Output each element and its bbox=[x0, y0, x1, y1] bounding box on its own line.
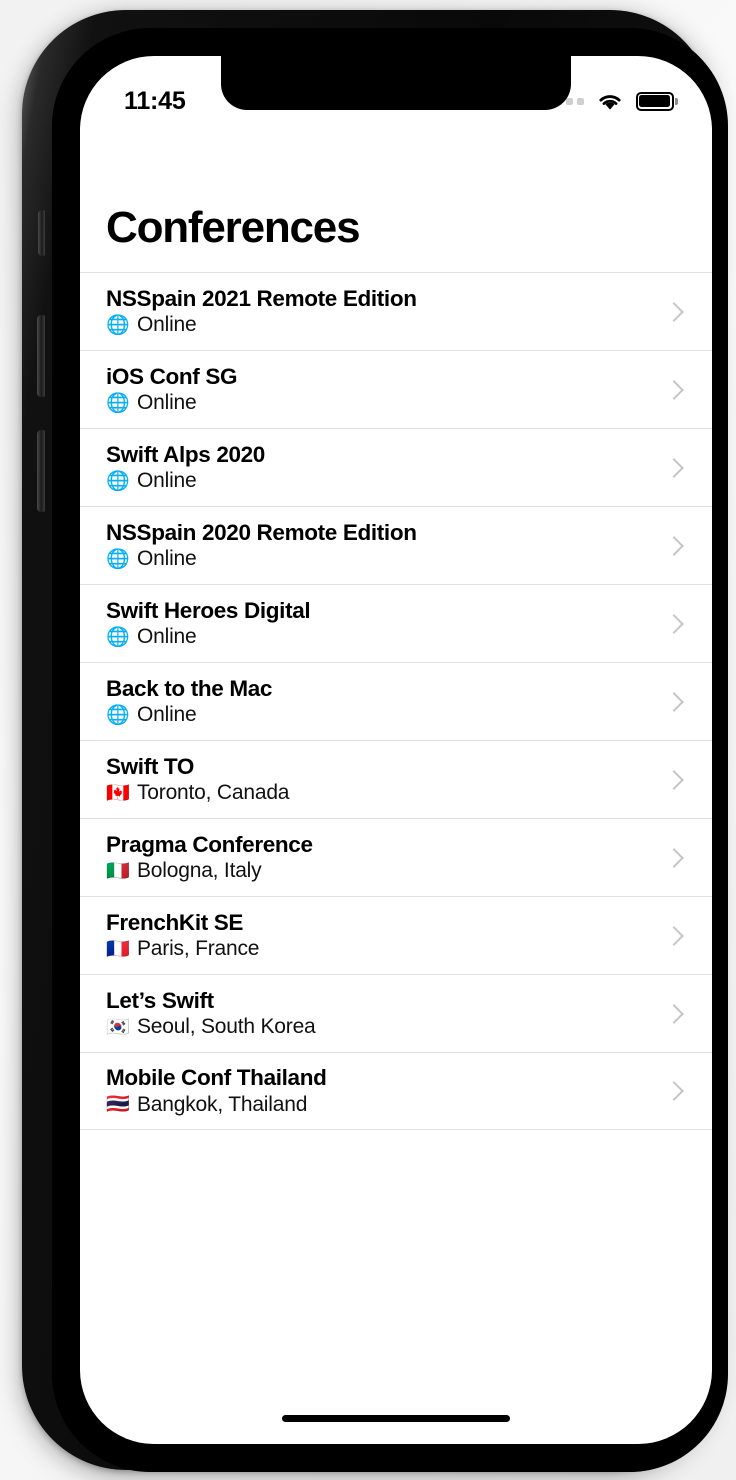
list-item-subtitle: 🇹🇭 Bangkok, Thailand bbox=[106, 1093, 656, 1117]
page-title: Conferences bbox=[106, 203, 361, 252]
list-item-title: Back to the Mac bbox=[106, 675, 273, 701]
list-item-title: NSSpain 2021 Remote Edition bbox=[106, 285, 417, 311]
status-bar-clock: 11:45 bbox=[124, 86, 186, 115]
list-item[interactable]: Swift TO 🇨🇦 Toronto, Canada bbox=[80, 740, 712, 818]
location-flag-icon: 🇫🇷 bbox=[106, 938, 130, 960]
location-flag-icon: 🇨🇦 bbox=[106, 782, 130, 804]
list-item-location: Toronto, Canada bbox=[137, 781, 290, 805]
chevron-right-icon[interactable] bbox=[666, 844, 682, 872]
list-item[interactable]: iOS Conf SG 🌐 Online bbox=[80, 350, 712, 428]
chevron-right-icon[interactable] bbox=[666, 766, 682, 794]
list-item-location: Online bbox=[137, 391, 197, 415]
list-item-title: Swift TO bbox=[106, 753, 195, 779]
list-item-text: iOS Conf SG 🌐 Online bbox=[106, 364, 656, 415]
device-frame: 11:45 Conferences NSSpain 2021 Remote Ed… bbox=[22, 10, 728, 1472]
list-item-location: Bangkok, Thailand bbox=[137, 1092, 308, 1116]
list-item-title: NSSpain 2020 Remote Edition bbox=[106, 519, 417, 545]
list-item-location: Online bbox=[137, 703, 197, 727]
list-item[interactable]: Mobile Conf Thailand 🇹🇭 Bangkok, Thailan… bbox=[80, 1052, 712, 1130]
list-item-text: Swift Alps 2020 🌐 Online bbox=[106, 442, 656, 493]
list-item[interactable]: Swift Heroes Digital 🌐 Online bbox=[80, 584, 712, 662]
list-item-subtitle: 🇮🇹 Bologna, Italy bbox=[106, 859, 656, 883]
list-item-subtitle: 🌐 Online bbox=[106, 391, 656, 415]
list-item-title: Mobile Conf Thailand bbox=[106, 1065, 327, 1091]
list-item-title: Swift Heroes Digital bbox=[106, 597, 311, 623]
location-flag-icon: 🇮🇹 bbox=[106, 860, 130, 882]
volume-up-button[interactable] bbox=[37, 315, 45, 397]
list-item-text: Mobile Conf Thailand 🇹🇭 Bangkok, Thailan… bbox=[106, 1065, 656, 1116]
list-item-text: NSSpain 2021 Remote Edition 🌐 Online bbox=[106, 286, 656, 337]
notch bbox=[221, 56, 571, 110]
chevron-right-icon[interactable] bbox=[666, 376, 682, 404]
list-item-subtitle: 🌐 Online bbox=[106, 469, 656, 493]
list-item[interactable]: Swift Alps 2020 🌐 Online bbox=[80, 428, 712, 506]
chevron-right-icon[interactable] bbox=[666, 454, 682, 482]
conference-list: NSSpain 2021 Remote Edition 🌐 Online iOS… bbox=[80, 272, 712, 1130]
location-flag-icon: 🌐 bbox=[106, 392, 130, 414]
list-item-subtitle: 🌐 Online bbox=[106, 625, 656, 649]
location-flag-icon: 🌐 bbox=[106, 704, 130, 726]
list-item-text: Back to the Mac 🌐 Online bbox=[106, 676, 656, 727]
list-item-text: NSSpain 2020 Remote Edition 🌐 Online bbox=[106, 520, 656, 571]
list-item-text: Pragma Conference 🇮🇹 Bologna, Italy bbox=[106, 832, 656, 883]
list-item[interactable]: Back to the Mac 🌐 Online bbox=[80, 662, 712, 740]
list-item-text: FrenchKit SE 🇫🇷 Paris, France bbox=[106, 910, 656, 961]
list-item[interactable]: Let’s Swift 🇰🇷 Seoul, South Korea bbox=[80, 974, 712, 1052]
list-item-title: iOS Conf SG bbox=[106, 363, 238, 389]
list-item[interactable]: NSSpain 2020 Remote Edition 🌐 Online bbox=[80, 506, 712, 584]
list-item-text: Let’s Swift 🇰🇷 Seoul, South Korea bbox=[106, 988, 656, 1039]
chevron-right-icon[interactable] bbox=[666, 532, 682, 560]
list-item-location: Online bbox=[137, 313, 197, 337]
list-item-subtitle: 🇨🇦 Toronto, Canada bbox=[106, 781, 656, 805]
home-indicator[interactable] bbox=[282, 1415, 510, 1422]
list-item-title: Swift Alps 2020 bbox=[106, 441, 265, 467]
list-item-text: Swift TO 🇨🇦 Toronto, Canada bbox=[106, 754, 656, 805]
silent-switch-button[interactable] bbox=[38, 210, 45, 256]
list-item-title: Pragma Conference bbox=[106, 831, 313, 857]
chevron-right-icon[interactable] bbox=[666, 610, 682, 638]
location-flag-icon: 🌐 bbox=[106, 314, 130, 336]
list-item-location: Seoul, South Korea bbox=[137, 1015, 316, 1039]
list-item[interactable]: Pragma Conference 🇮🇹 Bologna, Italy bbox=[80, 818, 712, 896]
location-flag-icon: 🇹🇭 bbox=[106, 1094, 130, 1116]
list-item-location: Online bbox=[137, 469, 197, 493]
list-item[interactable]: FrenchKit SE 🇫🇷 Paris, France bbox=[80, 896, 712, 974]
list-item-location: Bologna, Italy bbox=[137, 859, 262, 883]
list-item-location: Online bbox=[137, 625, 197, 649]
list-item-subtitle: 🇫🇷 Paris, France bbox=[106, 937, 656, 961]
list-item[interactable]: NSSpain 2021 Remote Edition 🌐 Online bbox=[80, 272, 712, 350]
list-item-location: Paris, France bbox=[137, 937, 260, 961]
chevron-right-icon[interactable] bbox=[666, 298, 682, 326]
battery-full-icon bbox=[635, 91, 678, 111]
wifi-icon bbox=[598, 94, 621, 110]
chevron-right-icon[interactable] bbox=[666, 1000, 682, 1028]
list-item-subtitle: 🌐 Online bbox=[106, 703, 656, 727]
list-item-location: Online bbox=[137, 547, 197, 571]
location-flag-icon: 🇰🇷 bbox=[106, 1016, 130, 1038]
list-item-subtitle: 🌐 Online bbox=[106, 313, 656, 337]
volume-down-button[interactable] bbox=[37, 430, 45, 512]
list-item-subtitle: 🇰🇷 Seoul, South Korea bbox=[106, 1015, 656, 1039]
list-item-title: Let’s Swift bbox=[106, 987, 214, 1013]
list-item-text: Swift Heroes Digital 🌐 Online bbox=[106, 598, 656, 649]
chevron-right-icon[interactable] bbox=[666, 688, 682, 716]
chevron-right-icon[interactable] bbox=[666, 1077, 682, 1105]
chevron-right-icon[interactable] bbox=[666, 922, 682, 950]
list-item-title: FrenchKit SE bbox=[106, 909, 244, 935]
phone-screen: 11:45 Conferences NSSpain 2021 Remote Ed… bbox=[80, 56, 712, 1444]
list-item-subtitle: 🌐 Online bbox=[106, 547, 656, 571]
location-flag-icon: 🌐 bbox=[106, 470, 130, 492]
location-flag-icon: 🌐 bbox=[106, 548, 130, 570]
location-flag-icon: 🌐 bbox=[106, 626, 130, 648]
